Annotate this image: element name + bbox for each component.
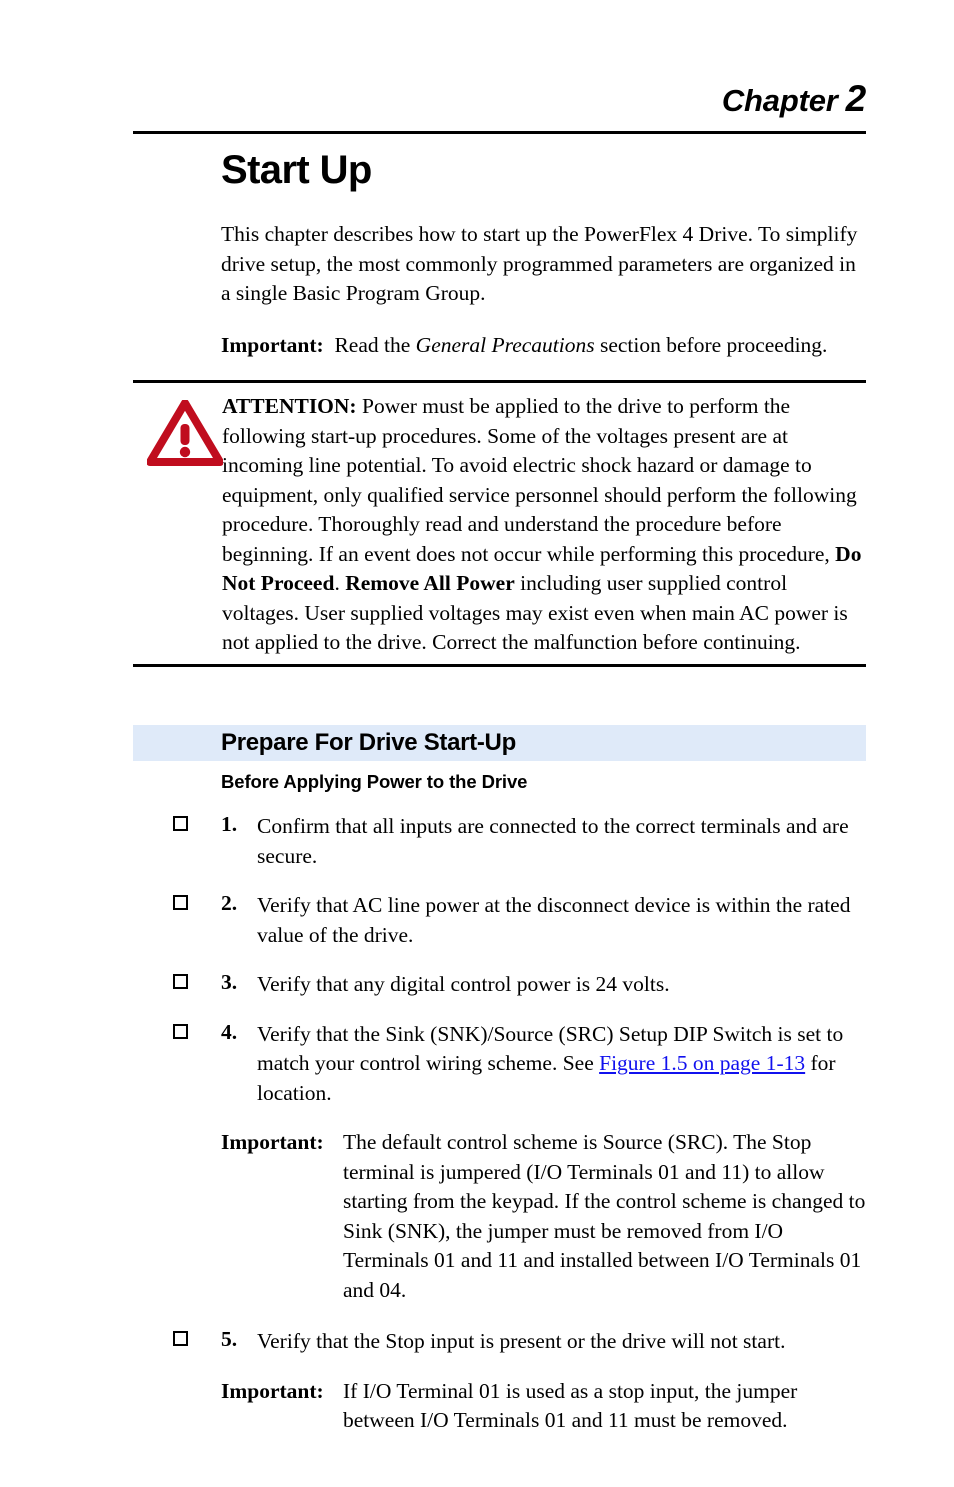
- checklist-item-5: 5. Verify that the Stop input is present…: [133, 1327, 866, 1357]
- important-body: The default control scheme is Source (SR…: [343, 1130, 866, 1302]
- checkbox-icon[interactable]: [173, 974, 195, 996]
- important-label: Important:: [221, 1378, 324, 1403]
- checkbox-square: [173, 1023, 188, 1039]
- checkbox-icon[interactable]: [173, 1331, 195, 1353]
- section-heading: Prepare For Drive Start-Up: [221, 729, 516, 756]
- chapter-header: Chapter 2: [133, 78, 866, 120]
- checklist-item-number: 5.: [221, 1327, 238, 1351]
- checklist-item-4: 4. Verify that the Sink (SNK)/Source (SR…: [133, 1020, 866, 1109]
- checklist-item-text: Verify that any digital control power is…: [257, 972, 670, 996]
- checklist-item-1: 1. Confirm that all inputs are connected…: [133, 812, 866, 871]
- checkbox-icon[interactable]: [173, 1023, 195, 1046]
- checklist-item-2: 2. Verify that AC line power at the disc…: [133, 891, 866, 950]
- checkbox-square: [173, 816, 188, 831]
- important-body: If I/O Terminal 01 is used as a stop inp…: [343, 1378, 798, 1433]
- checklist-item-text: Confirm that all inputs are connected to…: [257, 814, 849, 868]
- chapter-number: 2: [845, 78, 867, 119]
- attention-bold-remove-all-power: Remove All Power: [345, 571, 515, 595]
- subsection-heading: Before Applying Power to the Drive: [221, 771, 528, 792]
- important-spacer: [324, 333, 335, 357]
- attention-block: ATTENTION: Power must be applied to the …: [133, 392, 866, 658]
- general-precautions-title: General Precautions: [415, 332, 595, 357]
- checkbox-icon[interactable]: [173, 895, 195, 917]
- checklist-item-3: 3. Verify that any digital control power…: [133, 970, 866, 1000]
- checklist-item-number: 3.: [221, 970, 238, 994]
- intro-section: This chapter describes how to start up t…: [221, 220, 861, 360]
- attention-divider-top: [133, 380, 866, 383]
- checkbox-square: [173, 974, 188, 989]
- checklist-item-number: 2.: [221, 891, 238, 915]
- intro-paragraph: This chapter describes how to start up t…: [221, 222, 858, 305]
- checklist-item-number: 4.: [221, 1019, 238, 1044]
- warning-triangle-icon: [146, 399, 224, 466]
- startup-checklist: 1. Confirm that all inputs are connected…: [133, 812, 866, 1458]
- checklist-item-text: Verify that AC line power at the disconn…: [257, 893, 851, 947]
- checkbox-square: [173, 895, 188, 910]
- attention-divider-bottom: [133, 664, 866, 667]
- figure-1-5-link[interactable]: Figure 1.5 on page 1-13: [599, 1051, 805, 1075]
- important-text-before: Read the: [334, 332, 416, 357]
- checkbox-square: [173, 1331, 188, 1346]
- attention-text: ATTENTION: Power must be applied to the …: [222, 392, 862, 658]
- important-text-after: section before proceeding.: [594, 332, 828, 357]
- attention-text-1: Power must be applied to the drive to pe…: [222, 394, 857, 566]
- attention-text-2: .: [334, 571, 346, 595]
- checklist-item-text: Verify that the Sink (SNK)/Source (SRC) …: [257, 1020, 870, 1109]
- checklist-item-number: 1.: [221, 812, 238, 836]
- header-divider: [133, 131, 866, 134]
- attention-label: ATTENTION:: [222, 394, 357, 418]
- intro-important: Important: Read the General Precautions …: [221, 331, 861, 361]
- document-page: Chapter 2 Start Up This chapter describes…: [0, 0, 954, 1487]
- important-block-after-item-5: Important: If I/O Terminal 01 is used as…: [221, 1377, 870, 1436]
- important-label: Important:: [221, 1130, 324, 1154]
- important-block-after-item-4: Important: The default control scheme is…: [221, 1128, 870, 1305]
- chapter-word: Chapter: [721, 83, 838, 118]
- page-title: Start Up: [221, 148, 372, 192]
- checklist-item-text: Verify that the Stop input is present or…: [257, 1329, 786, 1353]
- checkbox-icon[interactable]: [173, 816, 195, 838]
- important-label: Important:: [221, 332, 324, 357]
